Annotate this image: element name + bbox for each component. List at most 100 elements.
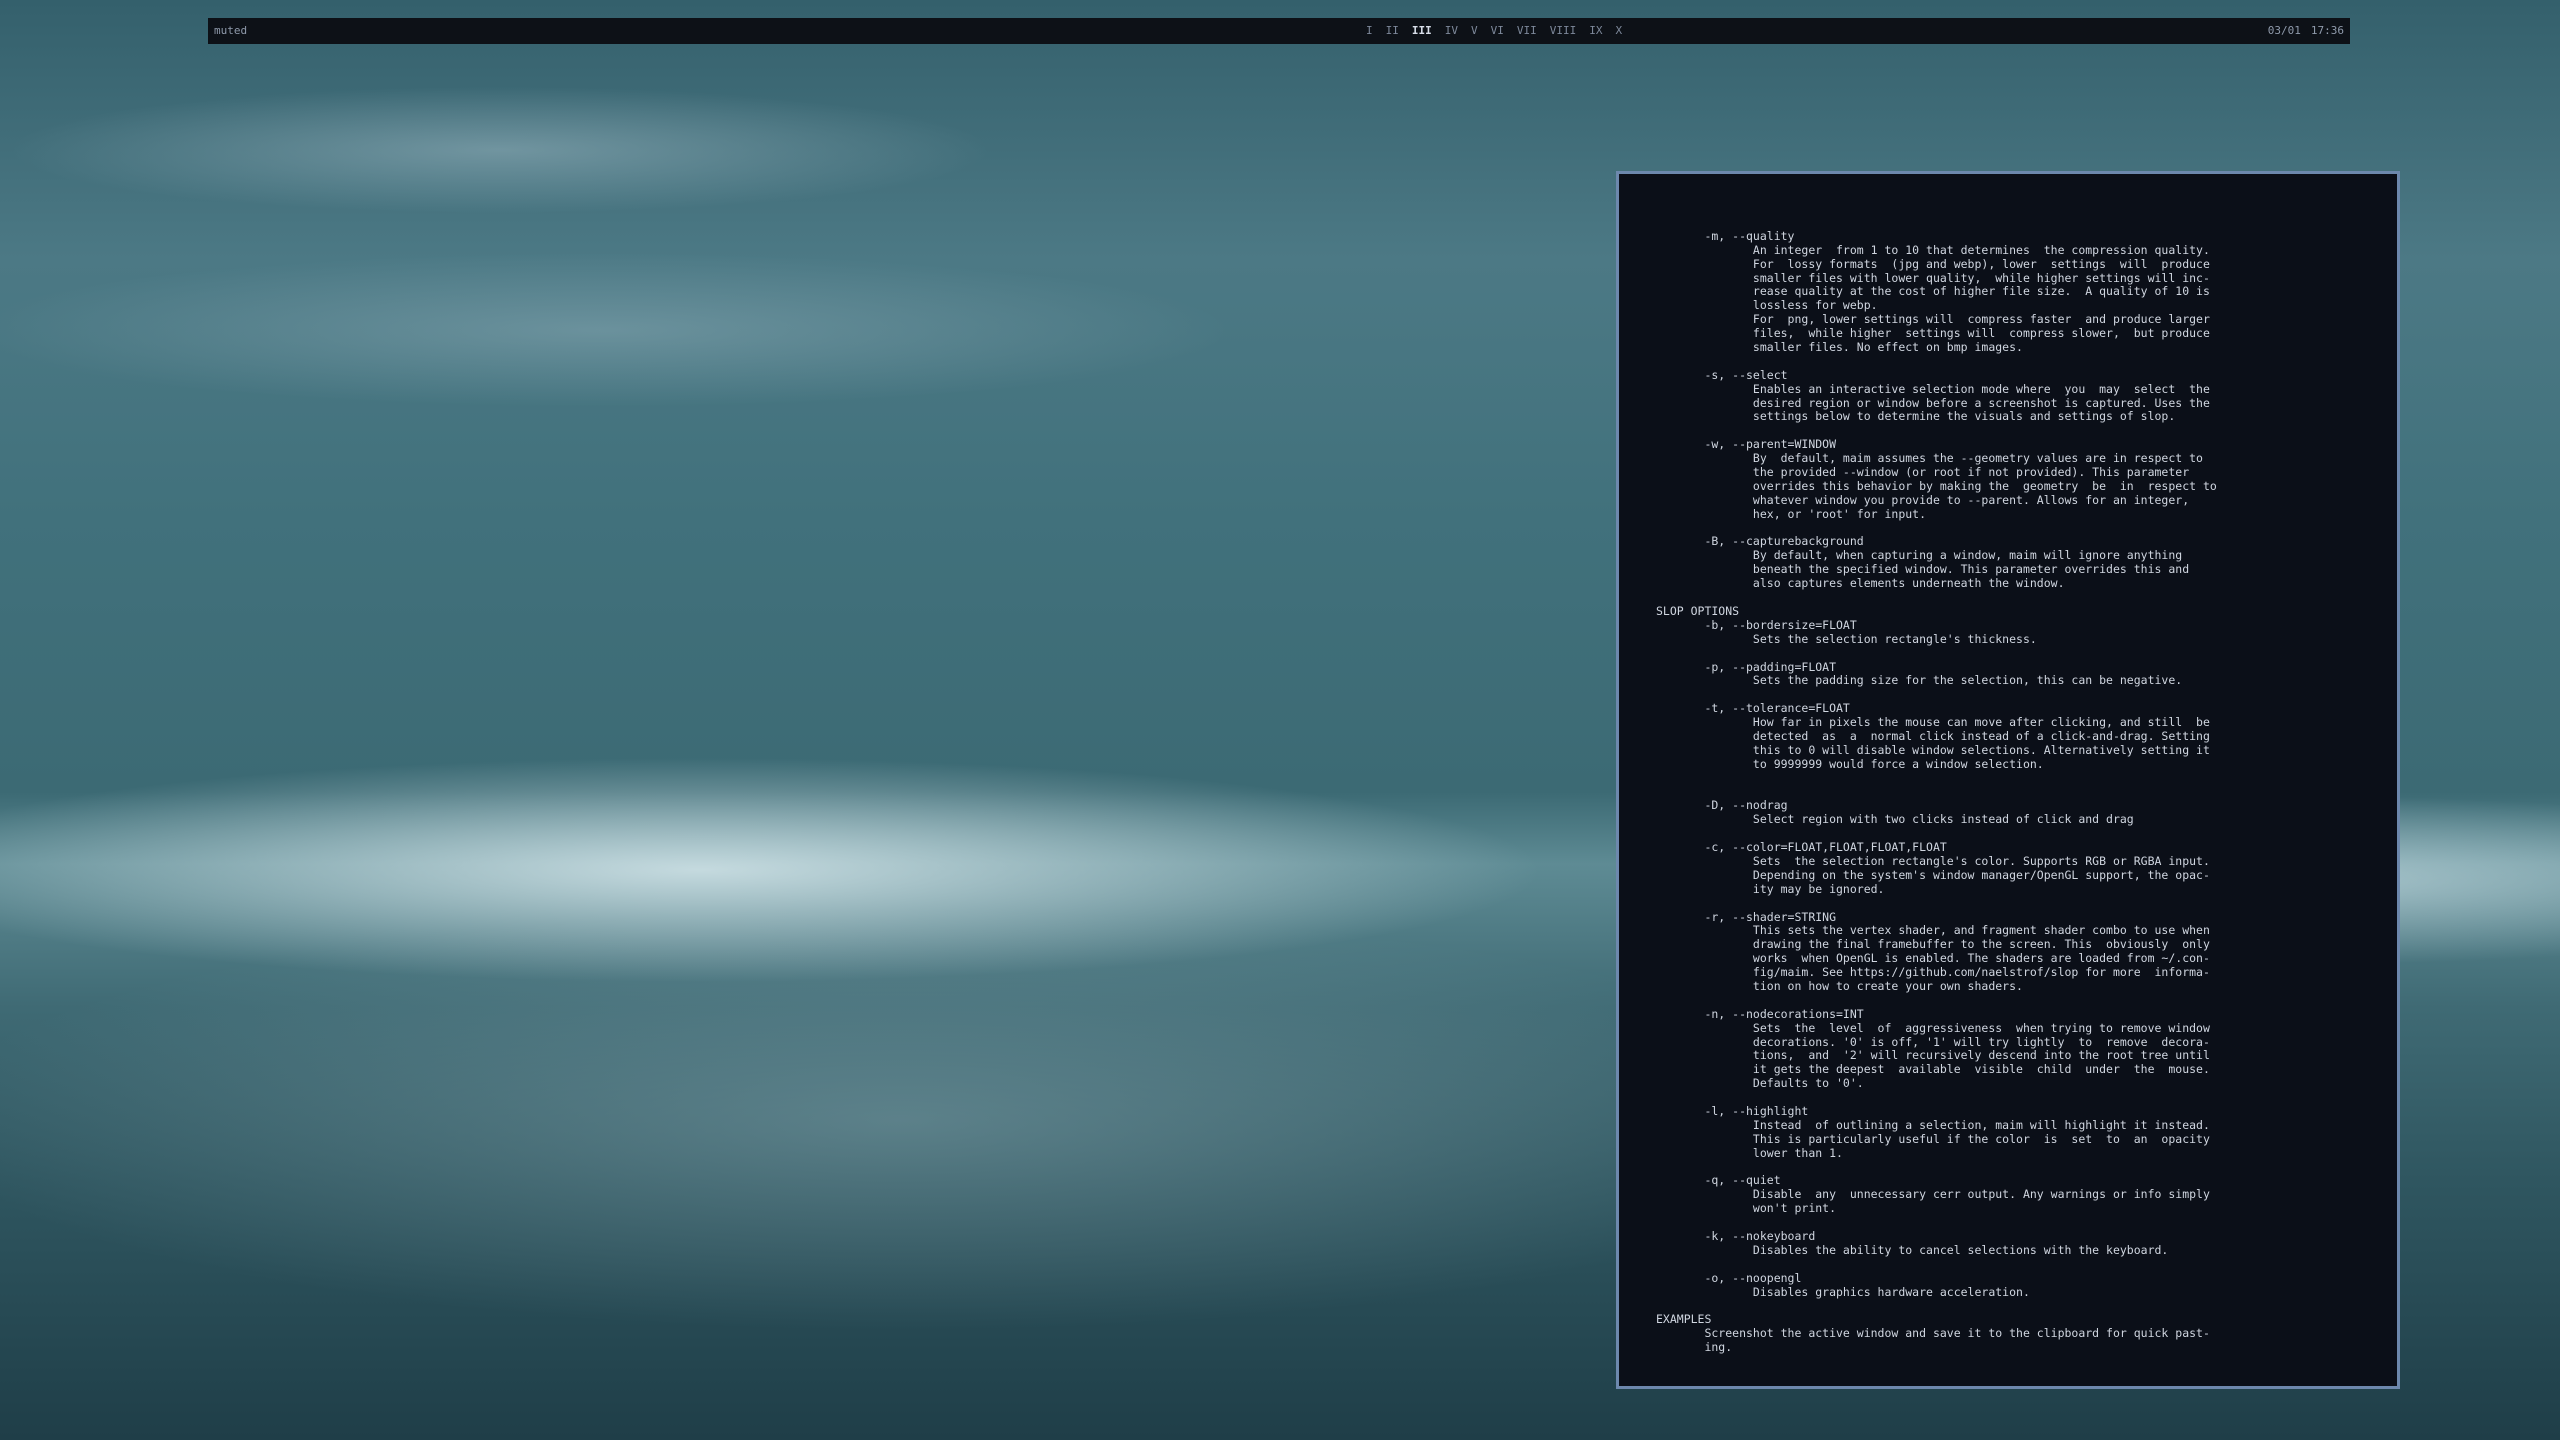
- terminal-line: Screenshot the active window and save it…: [1656, 1326, 2210, 1341]
- terminal-line: -D, --nodrag: [1656, 798, 1788, 813]
- terminal-line: -r, --shader=STRING: [1656, 909, 1837, 924]
- terminal-line: -w, --parent=WINDOW: [1656, 437, 1837, 452]
- workspace-8[interactable]: VIII: [1550, 24, 1577, 37]
- terminal-line: Sets the padding size for the selection,…: [1656, 673, 2183, 688]
- terminal-line: This sets the vertex shader, and fragmen…: [1656, 923, 2210, 938]
- terminal-line: For lossy formats (jpg and webp), lower …: [1656, 256, 2210, 271]
- terminal-line: ity may be ignored.: [1656, 881, 1885, 896]
- terminal-line: -m, --quality: [1656, 228, 1795, 243]
- terminal-line: works when OpenGL is enabled. The shader…: [1656, 951, 2210, 966]
- terminal-line: This is particularly useful if the color…: [1656, 1131, 2210, 1146]
- terminal-line: Sets the level of aggressiveness when tr…: [1656, 1020, 2210, 1035]
- terminal-line: detected as a normal click instead of a …: [1656, 728, 2210, 743]
- terminal-line: SLOP OPTIONS: [1656, 603, 1740, 618]
- workspace-list: I II III IV V VI VII VIII IX X: [1366, 24, 1635, 37]
- man-page-text: -m, --quality An integer from 1 to 10 th…: [1656, 216, 2217, 1355]
- workspace-1[interactable]: I: [1366, 24, 1373, 37]
- volume-status: muted: [214, 24, 248, 37]
- terminal-line: Enables an interactive selection mode wh…: [1656, 381, 2210, 396]
- terminal-line: By default, maim assumes the --geometry …: [1656, 451, 2203, 466]
- terminal-window[interactable]: -m, --quality An integer from 1 to 10 th…: [1616, 171, 2400, 1389]
- workspace-2[interactable]: II: [1386, 24, 1399, 37]
- terminal-line: beneath the specified window. This param…: [1656, 562, 2190, 577]
- terminal-line: the provided --window (or root if not pr…: [1656, 465, 2190, 480]
- terminal-line: smaller files. No effect on bmp images.: [1656, 340, 2023, 355]
- terminal-line: An integer from 1 to 10 that determines …: [1656, 242, 2210, 257]
- terminal-line: How far in pixels the mouse can move aft…: [1656, 715, 2210, 730]
- terminal-line: to 9999999 would force a window selectio…: [1656, 756, 2044, 771]
- terminal-line: Select region with two clicks instead of…: [1656, 812, 2134, 827]
- workspace-7[interactable]: VII: [1517, 24, 1537, 37]
- terminal-line: lower than 1.: [1656, 1145, 1843, 1160]
- terminal-line: settings below to determine the visuals …: [1656, 409, 2176, 424]
- terminal-line: -t, --tolerance=FLOAT: [1656, 701, 1850, 716]
- terminal-line: -q, --quiet: [1656, 1173, 1781, 1188]
- terminal-line: won't print.: [1656, 1201, 1837, 1216]
- terminal-line: -B, --capturebackground: [1656, 534, 1864, 549]
- terminal-line: -o, --noopengl: [1656, 1270, 1802, 1285]
- terminal-line: hex, or 'root' for input.: [1656, 506, 1927, 521]
- terminal-line: fig/maim. See https://github.com/naelstr…: [1656, 965, 2210, 980]
- terminal-line: Disables graphics hardware acceleration.: [1656, 1284, 2030, 1299]
- terminal-line: decorations. '0' is off, '1' will try li…: [1656, 1034, 2210, 1049]
- terminal-line: Disables the ability to cancel selection…: [1656, 1242, 2169, 1257]
- terminal-line: -k, --nokeyboard: [1656, 1229, 1816, 1244]
- terminal-line: overrides this behavior by making the ge…: [1656, 478, 2217, 493]
- terminal-line: Sets the selection rectangle's thickness…: [1656, 631, 2037, 646]
- clock-area: 03/01 17:36: [2268, 24, 2344, 37]
- terminal-line: rease quality at the cost of higher file…: [1656, 284, 2210, 299]
- terminal-line: files, while higher settings will compre…: [1656, 326, 2210, 341]
- workspace-5[interactable]: V: [1471, 24, 1478, 37]
- terminal-line: tion on how to create your own shaders.: [1656, 978, 2023, 993]
- terminal-line: lossless for webp.: [1656, 298, 1878, 313]
- terminal-line: desired region or window before a screen…: [1656, 395, 2210, 410]
- terminal-line: it gets the deepest available visible ch…: [1656, 1062, 2210, 1077]
- workspace-9[interactable]: IX: [1589, 24, 1602, 37]
- terminal-line: By default, when capturing a window, mai…: [1656, 548, 2183, 563]
- status-bar: muted I II III IV V VI VII VIII IX X 03/01 17:36: [208, 18, 2350, 44]
- workspace-4[interactable]: IV: [1445, 24, 1458, 37]
- time-display: 17:36: [2310, 24, 2344, 37]
- date-display: 03/01: [2267, 24, 2301, 37]
- workspace-6[interactable]: VI: [1491, 24, 1504, 37]
- terminal-line: Defaults to '0'.: [1656, 1076, 1864, 1091]
- terminal-line: Depending on the system's window manager…: [1656, 867, 2210, 882]
- terminal-line: Sets the selection rectangle's color. Su…: [1656, 853, 2210, 868]
- terminal-line: EXAMPLES: [1656, 1312, 1712, 1327]
- workspace-3[interactable]: III: [1412, 24, 1432, 37]
- terminal-line: Instead of outlining a selection, maim w…: [1656, 1117, 2210, 1132]
- terminal-line: -b, --bordersize=FLOAT: [1656, 617, 1857, 632]
- terminal-line: drawing the final framebuffer to the scr…: [1656, 937, 2210, 952]
- workspace-10[interactable]: X: [1616, 24, 1623, 37]
- terminal-line: whatever window you provide to --parent.…: [1656, 492, 2190, 507]
- terminal-line: For png, lower settings will compress fa…: [1656, 312, 2210, 327]
- terminal-line: -l, --highlight: [1656, 1104, 1809, 1118]
- terminal-line: tions, and '2' will recursively descend …: [1656, 1048, 2210, 1063]
- terminal-line: smaller files with lower quality, while …: [1656, 270, 2210, 285]
- terminal-line: this to 0 will disable window selections…: [1656, 742, 2210, 757]
- terminal-line: also captures elements underneath the wi…: [1656, 576, 2065, 591]
- terminal-line: -s, --select: [1656, 367, 1788, 382]
- terminal-line: -p, --padding=FLOAT: [1656, 659, 1837, 674]
- terminal-line: Disable any unnecessary cerr output. Any…: [1656, 1187, 2210, 1202]
- terminal-line: -c, --color=FLOAT,FLOAT,FLOAT,FLOAT: [1656, 840, 1947, 855]
- terminal-line: ing.: [1656, 1340, 1733, 1355]
- terminal-line: -n, --nodecorations=INT: [1656, 1006, 1864, 1021]
